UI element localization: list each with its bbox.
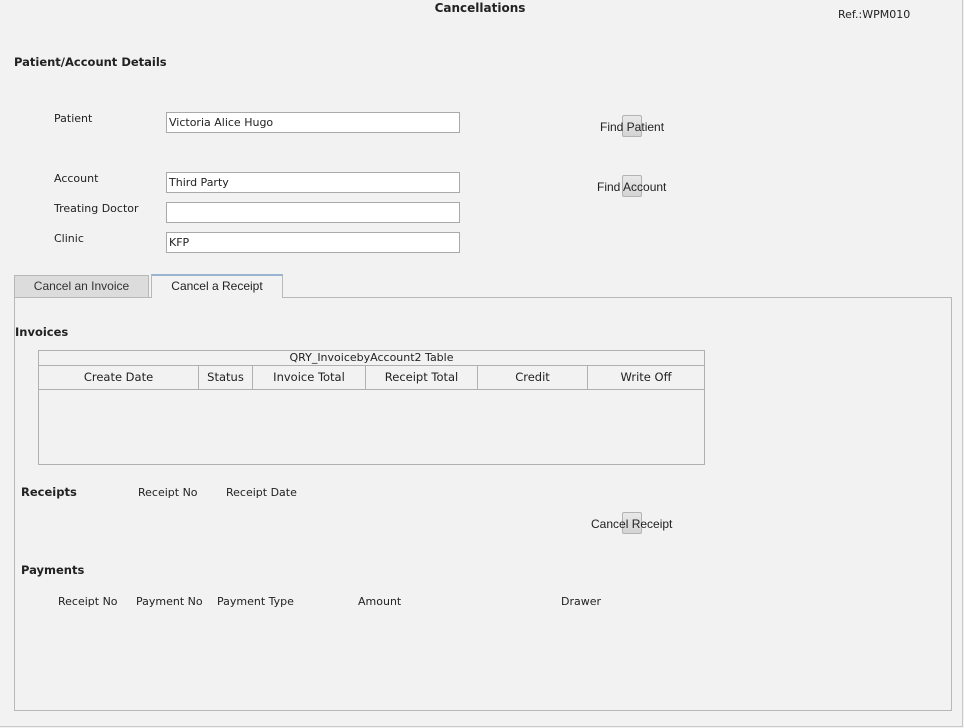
form-reference: Ref.:WPM010 <box>838 8 911 21</box>
treating-doctor-field[interactable] <box>166 202 460 223</box>
find-patient-button[interactable]: Find Patient <box>600 115 670 139</box>
find-account-button[interactable]: Find Account <box>597 175 673 199</box>
patient-label: Patient <box>54 112 93 125</box>
details-section-title: Patient/Account Details <box>14 55 167 69</box>
tab-cancel-invoice[interactable]: Cancel an Invoice <box>14 275 149 298</box>
payment-receipt-no-column: Receipt No <box>58 595 118 608</box>
clinic-label: Clinic <box>54 232 84 245</box>
page-title: Cancellations <box>434 1 526 15</box>
clinic-field[interactable] <box>166 232 460 253</box>
cancel-receipt-button[interactable]: Cancel Receipt <box>591 512 681 536</box>
invoices-table-header: Create Date Status Invoice Total Receipt… <box>39 365 704 390</box>
column-receipt-total[interactable]: Receipt Total <box>366 365 478 389</box>
invoices-section-title: Invoices <box>15 325 69 339</box>
patient-field[interactable] <box>166 112 460 133</box>
treating-doctor-label: Treating Doctor <box>54 202 139 215</box>
payment-type-column: Payment Type <box>217 595 294 608</box>
column-credit[interactable]: Credit <box>478 365 588 389</box>
find-account-label[interactable]: Find Account <box>597 180 666 194</box>
payments-section-title: Payments <box>21 563 85 577</box>
column-status[interactable]: Status <box>199 365 253 389</box>
tab-cancel-receipt[interactable]: Cancel a Receipt <box>151 274 283 298</box>
receipt-date-column: Receipt Date <box>226 486 297 499</box>
amount-column: Amount <box>358 595 402 608</box>
drawer-column: Drawer <box>561 595 602 608</box>
invoices-table-caption: QRY_InvoicebyAccount2 Table <box>39 351 704 366</box>
account-label: Account <box>54 172 99 185</box>
column-invoice-total[interactable]: Invoice Total <box>253 365 366 389</box>
payment-no-column: Payment No <box>136 595 203 608</box>
column-write-off[interactable]: Write Off <box>588 365 704 389</box>
invoices-table[interactable]: QRY_InvoicebyAccount2 Table Create Date … <box>38 350 705 465</box>
account-field[interactable] <box>166 172 460 193</box>
find-patient-label[interactable]: Find Patient <box>600 120 664 134</box>
cancel-receipt-label[interactable]: Cancel Receipt <box>591 517 672 531</box>
column-create-date[interactable]: Create Date <box>39 365 199 389</box>
receipt-no-column: Receipt No <box>138 486 198 499</box>
receipts-section-title: Receipts <box>21 485 77 499</box>
